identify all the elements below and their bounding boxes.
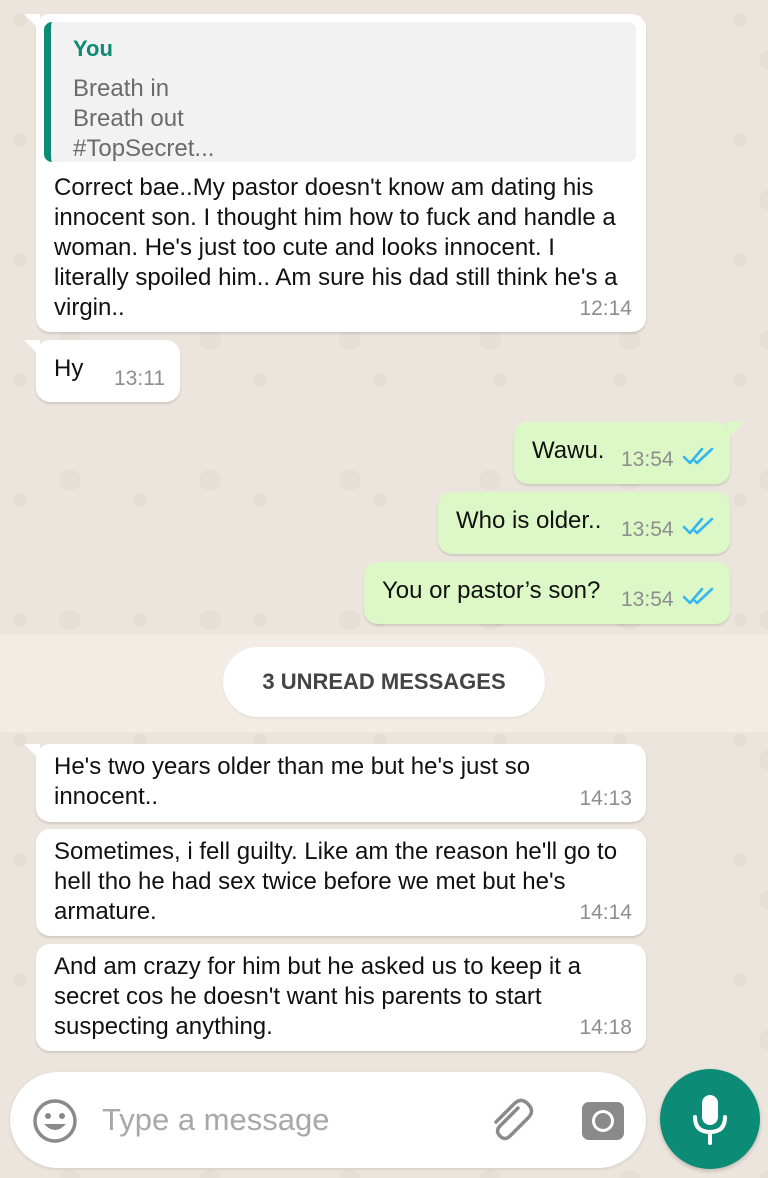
quoted-message[interactable]: You Breath in Breath out #TopSecret...: [44, 22, 636, 162]
message-text: Sometimes, i fell guilty. Like am the re…: [54, 838, 618, 925]
read-ticks-icon: [682, 517, 714, 535]
microphone-icon: [693, 1095, 727, 1145]
message-time: 14:13: [579, 787, 632, 810]
quoted-line: Breath in: [73, 75, 170, 102]
paperclip-icon[interactable]: [484, 1094, 536, 1146]
message-time: 13:54: [621, 518, 674, 541]
message-text: He's two years older than me but he's ju…: [54, 753, 531, 810]
quoted-author: You: [73, 36, 113, 61]
message-text: Wawu.: [532, 437, 605, 464]
bubble-tail: [24, 14, 40, 30]
message-text: Correct bae..My pastor doesn't know am d…: [54, 174, 618, 321]
message-bubble-incoming[interactable]: Sometimes, i fell guilty. Like am the re…: [36, 829, 646, 936]
unread-messages-divider: 3 UNREAD MESSAGES: [223, 647, 545, 717]
message-bubble-outgoing[interactable]: Wawu. 13:54: [514, 422, 744, 484]
message-bubble-incoming[interactable]: And am crazy for him but he asked us to …: [36, 944, 646, 1051]
quoted-line: #TopSecret...: [73, 135, 215, 162]
bubble-tail: [728, 422, 744, 438]
message-bubble-outgoing[interactable]: You or pastor’s son? 13:54: [364, 562, 730, 624]
read-ticks-icon: [682, 587, 714, 605]
message-input[interactable]: Type a message: [102, 1102, 329, 1138]
message-time: 13:11: [114, 367, 165, 390]
message-time: 12:14: [579, 297, 632, 320]
microphone-button[interactable]: [660, 1069, 760, 1169]
message-bubble-incoming[interactable]: He's two years older than me but he's ju…: [24, 744, 646, 822]
message-text: And am crazy for him but he asked us to …: [54, 953, 581, 1040]
message-composer[interactable]: Type a message: [10, 1072, 646, 1168]
bubble-tail: [24, 340, 40, 356]
message-text: Hy: [54, 355, 84, 382]
message-time: 14:14: [579, 901, 632, 924]
message-bubble-incoming[interactable]: You Breath in Breath out #TopSecret... C…: [24, 14, 646, 332]
message-bubble-incoming[interactable]: Hy 13:11: [24, 340, 180, 402]
message-bubble-outgoing[interactable]: Who is older.. 13:54: [438, 492, 730, 554]
message-time: 13:54: [621, 448, 674, 471]
read-ticks-icon: [682, 447, 714, 465]
message-time: 13:54: [621, 588, 674, 611]
quoted-line: Breath out: [73, 105, 184, 132]
bubble-tail: [24, 744, 40, 760]
message-text: You or pastor’s son?: [382, 577, 601, 604]
camera-icon[interactable]: [580, 1098, 626, 1142]
message-text: Who is older..: [456, 507, 602, 534]
message-time: 14:18: [579, 1016, 632, 1039]
emoji-icon[interactable]: [32, 1098, 78, 1144]
